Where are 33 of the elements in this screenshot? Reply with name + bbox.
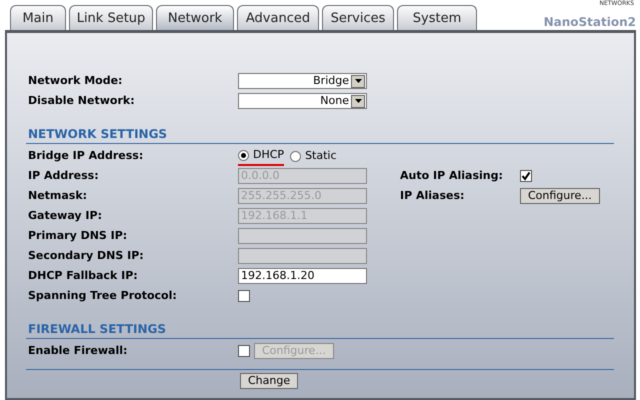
tab[interactable]: Services bbox=[322, 5, 394, 30]
dropdown[interactable]: None bbox=[238, 93, 367, 109]
caret-icon bbox=[351, 94, 365, 108]
tab[interactable]: Advanced bbox=[237, 5, 319, 30]
field-label: Network Mode: bbox=[28, 72, 124, 89]
field-label: DHCP Fallback IP: bbox=[28, 268, 139, 284]
radio-option[interactable]: Static bbox=[290, 146, 337, 166]
tab[interactable]: Main bbox=[10, 5, 66, 30]
radio-option[interactable]: DHCP bbox=[238, 146, 284, 166]
tab[interactable]: System bbox=[397, 5, 477, 30]
checkbox[interactable] bbox=[238, 290, 250, 302]
field-label: Disable Network: bbox=[28, 92, 136, 109]
field-label: IP Aliases: bbox=[400, 188, 466, 204]
change-button[interactable]: Change bbox=[240, 373, 298, 389]
field-label: Spanning Tree Protocol: bbox=[28, 288, 178, 304]
field-label: Secondary DNS IP: bbox=[28, 248, 145, 264]
tab[interactable]: Link Setup bbox=[69, 5, 153, 30]
section-heading: NETWORK SETTINGS bbox=[26, 125, 614, 144]
caret-icon bbox=[351, 74, 365, 88]
field-label: Gateway IP: bbox=[28, 208, 103, 224]
field-label: Primary DNS IP: bbox=[28, 228, 128, 244]
field-label: Bridge IP Address: bbox=[28, 148, 144, 164]
field-label: Netmask: bbox=[28, 188, 88, 204]
field-label: IP Address: bbox=[28, 168, 100, 184]
checkbox[interactable] bbox=[520, 170, 532, 182]
dropdown[interactable]: Bridge bbox=[238, 73, 367, 89]
field-label: Enable Firewall: bbox=[28, 342, 128, 359]
section-heading: FIREWALL SETTINGS bbox=[26, 320, 614, 339]
configure-button[interactable]: Configure... bbox=[520, 188, 600, 204]
input-field[interactable]: 192.168.1.20 bbox=[238, 268, 367, 284]
brand-name: NanoStation2 bbox=[544, 14, 636, 31]
field-label: Auto IP Aliasing: bbox=[400, 168, 504, 184]
tab[interactable]: Network bbox=[156, 5, 234, 30]
